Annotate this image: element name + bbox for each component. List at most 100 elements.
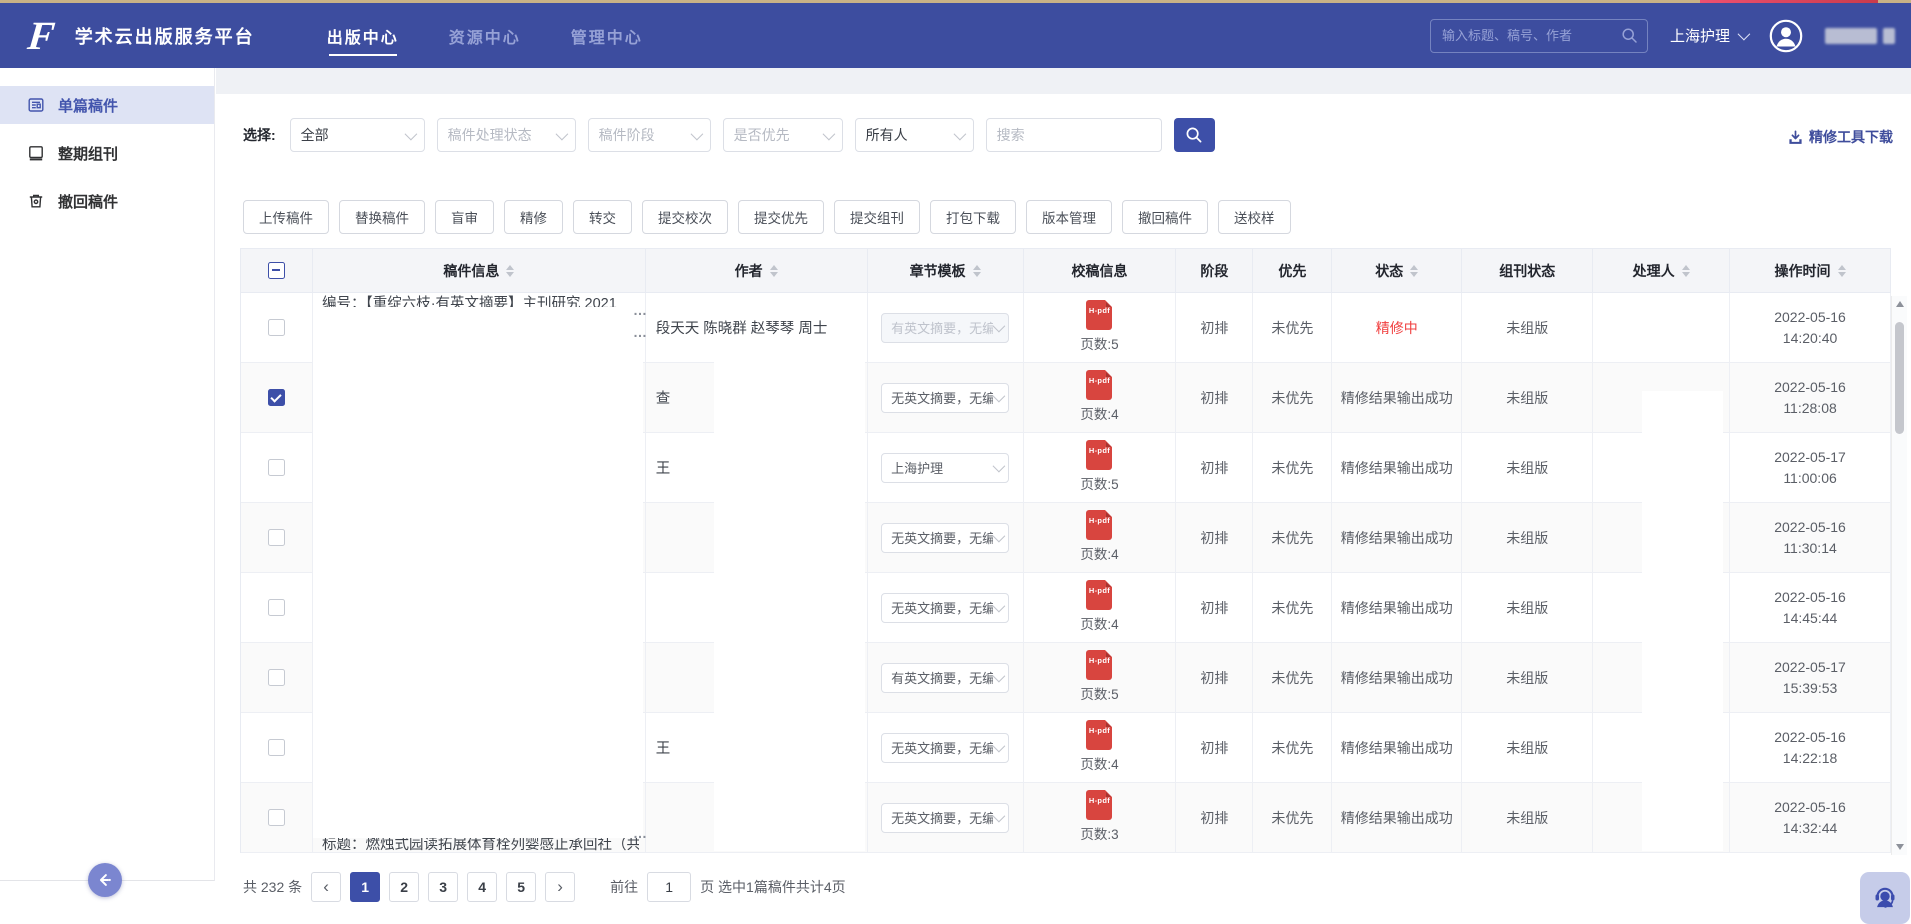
goto-page-input[interactable] xyxy=(647,872,691,902)
sort-icon[interactable] xyxy=(1838,265,1846,277)
scroll-up-arrow[interactable] xyxy=(1896,301,1904,307)
filter-select-process-status[interactable]: 稿件处理状态 xyxy=(437,118,576,152)
action-button[interactable]: 提交校次 xyxy=(642,200,728,234)
sort-icon[interactable] xyxy=(1682,265,1690,277)
template-select[interactable]: 有英文摘要，无编 xyxy=(881,313,1009,343)
filter-select-owner[interactable]: 所有人 xyxy=(855,118,974,152)
row-checkbox[interactable] xyxy=(268,459,285,476)
cell-priority: 未优先 xyxy=(1253,363,1332,433)
template-select[interactable]: 上海护理 xyxy=(881,453,1009,483)
nav-resource-center[interactable]: 资源中心 xyxy=(449,3,521,68)
header-cell[interactable]: 操作时间 xyxy=(1730,249,1891,293)
sort-icon[interactable] xyxy=(973,265,981,277)
action-button[interactable]: 提交组刊 xyxy=(834,200,920,234)
ellipsis-mark: … xyxy=(633,327,647,337)
pdf-file-icon[interactable]: H-pdf xyxy=(1086,650,1112,680)
org-switcher[interactable]: 上海护理 xyxy=(1670,25,1747,46)
row-checkbox[interactable] xyxy=(268,669,285,686)
pdf-file-icon[interactable]: H-pdf xyxy=(1086,440,1112,470)
action-button[interactable]: 送校样 xyxy=(1218,200,1291,234)
header-cell[interactable]: 状态 xyxy=(1332,249,1462,293)
sort-icon[interactable] xyxy=(506,265,514,277)
prev-page-button[interactable]: ‹ xyxy=(311,872,341,902)
filter-select-scope[interactable]: 全部 xyxy=(290,118,425,152)
next-page-button[interactable]: › xyxy=(545,872,575,902)
action-button[interactable]: 打包下载 xyxy=(930,200,1016,234)
global-search-input[interactable] xyxy=(1440,27,1621,44)
cell-proof-info: H-pdf页数:4 xyxy=(1024,573,1177,643)
avatar[interactable] xyxy=(1769,19,1803,53)
row-checkbox[interactable] xyxy=(268,319,285,336)
template-select[interactable]: 无英文摘要，无编 xyxy=(881,803,1009,833)
cell-status: 精修结果输出成功 xyxy=(1332,433,1462,503)
sidebar-item-issue-journal[interactable]: 整期组刊 xyxy=(0,134,214,172)
action-button[interactable]: 上传稿件 xyxy=(243,200,329,234)
pdf-file-icon[interactable]: H-pdf xyxy=(1086,790,1112,820)
header-cell[interactable]: 作者 xyxy=(646,249,868,293)
nav-manage-center[interactable]: 管理中心 xyxy=(571,3,643,68)
main-nav: 出版中心 资源中心 管理中心 xyxy=(327,3,643,68)
header-cell[interactable]: 稿件信息 xyxy=(313,249,646,293)
template-select[interactable]: 无英文摘要，无编 xyxy=(881,733,1009,763)
cell-priority: 未优先 xyxy=(1253,573,1332,643)
action-button[interactable]: 盲审 xyxy=(435,200,494,234)
sort-icon[interactable] xyxy=(770,265,778,277)
cell-journal-status: 未组版 xyxy=(1462,363,1593,433)
customer-service-button[interactable] xyxy=(1860,872,1910,924)
search-icon[interactable] xyxy=(1621,27,1638,44)
header-cell[interactable]: 处理人 xyxy=(1593,249,1730,293)
row-checkbox[interactable] xyxy=(268,389,285,406)
page-button[interactable]: 5 xyxy=(506,872,536,902)
filter-search-input[interactable] xyxy=(986,118,1162,152)
search-button[interactable] xyxy=(1174,118,1215,152)
template-select[interactable]: 无英文摘要，无编 xyxy=(881,523,1009,553)
chevron-down-icon xyxy=(993,670,1006,683)
template-select[interactable]: 无英文摘要，无编 xyxy=(881,383,1009,413)
row-checkbox[interactable] xyxy=(268,809,285,826)
back-fab-button[interactable] xyxy=(88,863,122,897)
row-checkbox[interactable] xyxy=(268,599,285,616)
template-select[interactable]: 有英文摘要，无编 xyxy=(881,663,1009,693)
row-checkbox[interactable] xyxy=(268,739,285,756)
page-button[interactable]: 1 xyxy=(350,872,380,902)
header-cell[interactable]: 章节模板 xyxy=(868,249,1024,293)
vertical-scrollbar[interactable] xyxy=(1891,296,1907,855)
page-button[interactable]: 2 xyxy=(389,872,419,902)
filter-select-priority[interactable]: 是否优先 xyxy=(723,118,843,152)
select-all-checkbox[interactable] xyxy=(268,262,285,279)
sidebar-item-single-manuscript[interactable]: 单篇稿件 xyxy=(0,86,214,124)
pdf-file-icon[interactable]: H-pdf xyxy=(1086,580,1112,610)
cell-checkbox xyxy=(241,363,313,433)
action-button[interactable]: 版本管理 xyxy=(1026,200,1112,234)
pdf-file-icon[interactable]: H-pdf xyxy=(1086,510,1112,540)
chevron-down-icon xyxy=(993,740,1006,753)
pdf-file-icon[interactable]: H-pdf xyxy=(1086,370,1112,400)
sidebar-item-withdrawn-manuscript[interactable]: 撤回稿件 xyxy=(0,182,214,220)
row-checkbox[interactable] xyxy=(268,529,285,546)
page-button[interactable]: 3 xyxy=(428,872,458,902)
sidebar-item-label: 单篇稿件 xyxy=(58,95,118,116)
action-button[interactable]: 撤回稿件 xyxy=(1122,200,1208,234)
cell-time: 2022-05-1614:45:44 xyxy=(1730,573,1891,643)
nav-publish-center[interactable]: 出版中心 xyxy=(327,3,399,68)
cell-proof-info: H-pdf页数:5 xyxy=(1024,643,1177,713)
selection-summary: 页 选中1篇稿件共计4页 xyxy=(700,877,845,897)
page-button[interactable]: 4 xyxy=(467,872,497,902)
filter-select-stage[interactable]: 稿件阶段 xyxy=(588,118,711,152)
action-button[interactable]: 转交 xyxy=(573,200,632,234)
action-button[interactable]: 精修 xyxy=(504,200,563,234)
scrollbar-thumb[interactable] xyxy=(1895,322,1904,434)
sort-icon[interactable] xyxy=(1410,265,1418,277)
pdf-file-icon[interactable]: H-pdf xyxy=(1086,720,1112,750)
scroll-down-arrow[interactable] xyxy=(1896,844,1904,850)
chevron-down-icon xyxy=(993,390,1006,403)
action-button[interactable]: 提交优先 xyxy=(738,200,824,234)
pdf-file-icon[interactable]: H-pdf xyxy=(1086,300,1112,330)
cell-journal-status: 未组版 xyxy=(1462,503,1593,573)
action-button[interactable]: 替换稿件 xyxy=(339,200,425,234)
ellipsis-mark: … xyxy=(633,828,647,838)
top-strip-indicator xyxy=(1700,0,1878,3)
cell-checkbox xyxy=(241,573,313,643)
refine-tool-download-link[interactable]: 精修工具下载 xyxy=(1788,127,1893,147)
template-select[interactable]: 无英文摘要，无编 xyxy=(881,593,1009,623)
